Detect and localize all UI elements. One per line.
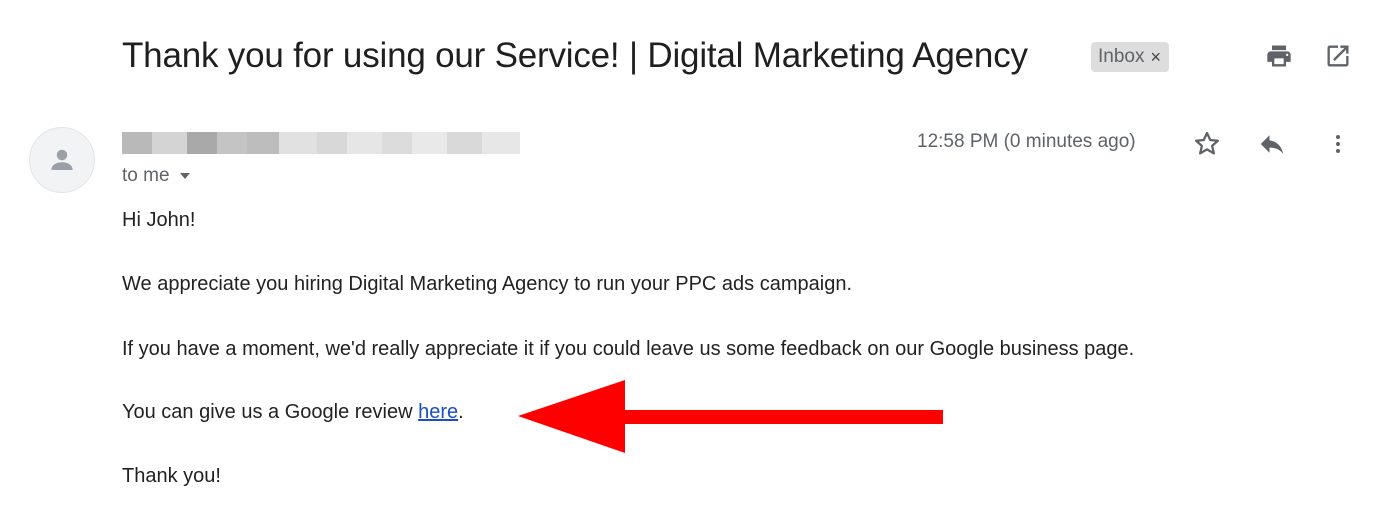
print-icon[interactable] [1263, 40, 1295, 72]
email-paragraph-1: We appreciate you hiring Digital Marketi… [122, 273, 853, 295]
caret-down-icon [179, 173, 190, 179]
reply-icon[interactable] [1252, 124, 1292, 164]
sender-name-redacted [122, 128, 522, 158]
recipient-details-toggle[interactable]: to me [122, 165, 190, 187]
more-vertical-icon[interactable] [1318, 124, 1358, 164]
email-timestamp: 12:58 PM (0 minutes ago) [917, 131, 1136, 152]
star-icon[interactable] [1187, 124, 1227, 164]
remove-label-icon[interactable]: × [1150, 47, 1161, 68]
recipient-text: to me [122, 165, 170, 186]
red-arrow-annotation [518, 380, 943, 453]
google-review-link[interactable]: here [418, 401, 458, 423]
review-text: You can give us a Google review [122, 401, 419, 423]
open-in-new-window-icon[interactable] [1322, 40, 1354, 72]
inbox-label-text: Inbox [1098, 46, 1145, 67]
email-subject: Thank you for using our Service! | Digit… [122, 36, 1028, 75]
sender-avatar[interactable] [29, 127, 95, 193]
review-text-period: . [458, 401, 464, 423]
email-closing: Thank you! [122, 465, 221, 487]
default-avatar-icon [51, 149, 73, 170]
email-paragraph-2: If you have a moment, we'd really apprec… [122, 338, 1135, 360]
email-paragraph-3: You can give us a Google review here. [122, 401, 464, 424]
inbox-label-chip[interactable]: Inbox × [1091, 42, 1169, 72]
email-greeting: Hi John! [122, 209, 196, 231]
